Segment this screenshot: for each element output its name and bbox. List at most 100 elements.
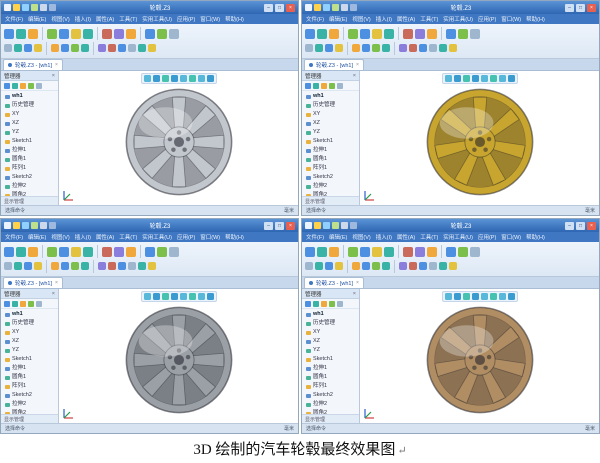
ribbon-icon[interactable] bbox=[348, 246, 358, 257]
open-file-icon[interactable] bbox=[323, 222, 330, 229]
tree-item[interactable]: XY bbox=[3, 110, 56, 119]
ribbon-icon[interactable] bbox=[71, 262, 79, 271]
ribbon-icon[interactable] bbox=[157, 246, 167, 257]
menu-item[interactable]: 实用工具(U) bbox=[142, 15, 172, 23]
tree-item[interactable]: 历史管理 bbox=[304, 319, 357, 328]
tree-item[interactable]: 圆角1 bbox=[3, 373, 56, 382]
view-icon[interactable] bbox=[471, 75, 479, 82]
tree-item[interactable]: 圆角1 bbox=[304, 155, 357, 164]
panel-tool-icon[interactable] bbox=[36, 300, 42, 307]
tab-close-icon[interactable]: × bbox=[356, 62, 359, 68]
ribbon-icon[interactable] bbox=[427, 28, 437, 39]
menu-item[interactable]: 文件(F) bbox=[5, 15, 23, 23]
menu-item[interactable]: 帮助(H) bbox=[526, 233, 545, 241]
ribbon-icon[interactable] bbox=[118, 44, 126, 53]
menu-item[interactable]: 工具(T) bbox=[119, 233, 137, 241]
ribbon-icon[interactable] bbox=[352, 262, 360, 271]
redo-icon[interactable] bbox=[49, 4, 56, 11]
ribbon-icon[interactable] bbox=[305, 28, 315, 39]
panel-tool-icon[interactable] bbox=[36, 82, 42, 89]
ribbon-icon[interactable] bbox=[83, 246, 93, 257]
redo-icon[interactable] bbox=[350, 222, 357, 229]
ribbon-icon[interactable] bbox=[47, 28, 57, 39]
tree-item[interactable]: XZ bbox=[304, 119, 357, 128]
view-icon[interactable] bbox=[507, 293, 515, 300]
close-button[interactable]: × bbox=[286, 3, 295, 12]
ribbon-icon[interactable] bbox=[14, 262, 22, 271]
view-icon[interactable] bbox=[197, 75, 205, 82]
tab-close-icon[interactable]: × bbox=[55, 280, 58, 286]
panel-tool-icon[interactable] bbox=[313, 300, 319, 307]
ribbon-icon[interactable] bbox=[446, 246, 456, 257]
view-icon[interactable] bbox=[188, 75, 196, 82]
ribbon-icon[interactable] bbox=[429, 44, 437, 53]
tree-item[interactable]: 圆角2 bbox=[3, 191, 56, 196]
ribbon-icon[interactable] bbox=[329, 246, 339, 257]
view-icon[interactable] bbox=[152, 293, 160, 300]
tree-item[interactable]: 历史管理 bbox=[3, 319, 56, 328]
redo-icon[interactable] bbox=[350, 4, 357, 11]
menu-item[interactable]: 工具(T) bbox=[119, 15, 137, 23]
ribbon-icon[interactable] bbox=[399, 44, 407, 53]
ribbon-icon[interactable] bbox=[305, 246, 315, 257]
menu-item[interactable]: 应用(P) bbox=[177, 233, 195, 241]
menu-item[interactable]: 编辑(E) bbox=[28, 15, 46, 23]
ribbon-icon[interactable] bbox=[335, 44, 343, 53]
menu-item[interactable]: 插入(I) bbox=[75, 233, 91, 241]
ribbon-icon[interactable] bbox=[458, 246, 468, 257]
ribbon-icon[interactable] bbox=[108, 44, 116, 53]
ribbon-icon[interactable] bbox=[114, 246, 124, 257]
view-icon[interactable] bbox=[462, 75, 470, 82]
maximize-button[interactable]: □ bbox=[275, 221, 284, 230]
ribbon-icon[interactable] bbox=[439, 44, 447, 53]
ribbon-icon[interactable] bbox=[28, 246, 38, 257]
view-icon[interactable] bbox=[197, 293, 205, 300]
ribbon-icon[interactable] bbox=[305, 44, 313, 53]
menu-item[interactable]: 实用工具(U) bbox=[142, 233, 172, 241]
document-tab[interactable]: 轮毂.Z3 - [wh1] × bbox=[304, 59, 364, 70]
close-button[interactable]: × bbox=[286, 221, 295, 230]
document-tab[interactable]: 轮毂.Z3 - [wh1] × bbox=[304, 277, 364, 288]
ribbon-icon[interactable] bbox=[329, 28, 339, 39]
ribbon-icon[interactable] bbox=[169, 246, 179, 257]
ribbon-icon[interactable] bbox=[138, 262, 146, 271]
ribbon-icon[interactable] bbox=[360, 28, 370, 39]
menu-item[interactable]: 窗口(W) bbox=[200, 233, 220, 241]
ribbon-icon[interactable] bbox=[409, 262, 417, 271]
viewport[interactable] bbox=[360, 289, 599, 423]
menu-item[interactable]: 应用(P) bbox=[478, 15, 496, 23]
menu-item[interactable]: 文件(F) bbox=[5, 233, 23, 241]
tree-item[interactable]: XY bbox=[304, 328, 357, 337]
tree-item[interactable]: XZ bbox=[3, 119, 56, 128]
ribbon-icon[interactable] bbox=[71, 246, 81, 257]
view-icon[interactable] bbox=[489, 75, 497, 82]
ribbon-icon[interactable] bbox=[98, 262, 106, 271]
view-icon[interactable] bbox=[444, 75, 452, 82]
ribbon-icon[interactable] bbox=[382, 262, 390, 271]
tab-close-icon[interactable]: × bbox=[356, 280, 359, 286]
view-icon[interactable] bbox=[161, 293, 169, 300]
tree-item[interactable]: Sketch2 bbox=[3, 173, 56, 182]
ribbon-icon[interactable] bbox=[51, 262, 59, 271]
tree-item[interactable]: 圆角1 bbox=[304, 373, 357, 382]
save-icon[interactable] bbox=[31, 4, 38, 11]
tab-close-icon[interactable]: × bbox=[55, 62, 58, 68]
undo-icon[interactable] bbox=[341, 4, 348, 11]
menu-item[interactable]: 视图(V) bbox=[51, 15, 69, 23]
ribbon-icon[interactable] bbox=[415, 246, 425, 257]
view-icon[interactable] bbox=[498, 75, 506, 82]
ribbon-icon[interactable] bbox=[145, 246, 155, 257]
new-file-icon[interactable] bbox=[13, 222, 20, 229]
panel-tool-icon[interactable] bbox=[321, 82, 327, 89]
menu-item[interactable]: 窗口(W) bbox=[200, 15, 220, 23]
ribbon-icon[interactable] bbox=[14, 44, 22, 53]
open-file-icon[interactable] bbox=[22, 4, 29, 11]
menu-item[interactable]: 窗口(W) bbox=[501, 233, 521, 241]
ribbon-icon[interactable] bbox=[114, 28, 124, 39]
ribbon-icon[interactable] bbox=[470, 28, 480, 39]
ribbon-icon[interactable] bbox=[348, 28, 358, 39]
ribbon-icon[interactable] bbox=[61, 44, 69, 53]
ribbon-icon[interactable] bbox=[382, 44, 390, 53]
panel-tool-icon[interactable] bbox=[305, 82, 311, 89]
menu-item[interactable]: 帮助(H) bbox=[526, 15, 545, 23]
